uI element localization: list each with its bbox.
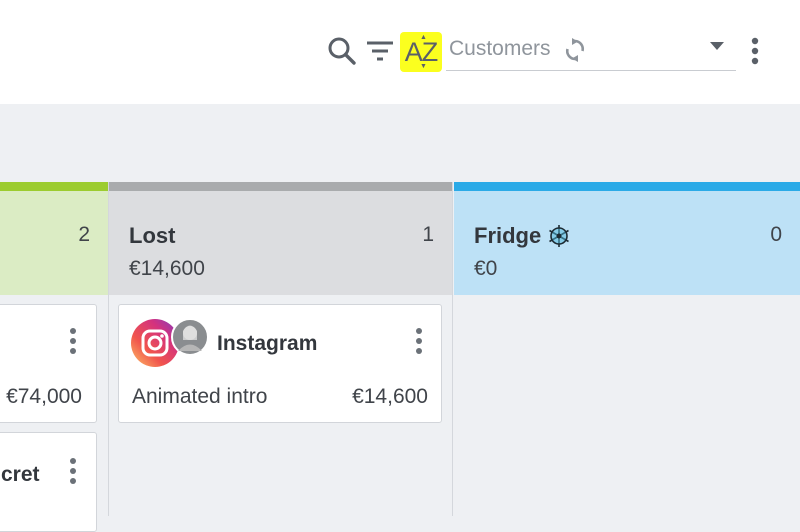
- column-count: 1: [422, 223, 434, 246]
- pipeline-column-fridge: Fridge 0 €0: [454, 182, 800, 516]
- more-options-button[interactable]: [744, 36, 766, 66]
- column-name: Lost: [129, 223, 176, 248]
- filter-button[interactable]: [364, 36, 396, 66]
- card-description: Animated intro: [132, 385, 268, 408]
- top-toolbar: ▲ AZ ▼ Customers: [0, 0, 800, 104]
- card-more-icon[interactable]: [69, 327, 83, 357]
- search-icon: [328, 37, 356, 65]
- chevron-down-icon[interactable]: [710, 42, 724, 50]
- more-vertical-icon: [751, 37, 759, 65]
- column-header[interactable]: 2: [0, 191, 108, 295]
- column-color-band: [109, 182, 452, 191]
- search-button[interactable]: [326, 34, 358, 68]
- column-header[interactable]: Lost 1 €14,600: [109, 191, 452, 295]
- card-amount: €74,000: [6, 385, 82, 408]
- sort-az-button[interactable]: ▲ AZ ▼: [400, 32, 442, 72]
- card-title: Instagram: [217, 332, 318, 355]
- customer-select-value: Customers: [449, 37, 551, 60]
- sort-az-icon: AZ: [404, 36, 439, 67]
- column-color-band: [454, 182, 800, 191]
- deal-card[interactable]: cret: [0, 432, 97, 532]
- sort-up-arrow-icon: ▲: [420, 34, 427, 41]
- card-more-icon[interactable]: [415, 327, 429, 357]
- deal-card[interactable]: Instagram Animated intro €14,600: [118, 304, 442, 423]
- card-amount: €14,600: [352, 385, 428, 408]
- customer-select[interactable]: Customers: [446, 32, 736, 71]
- filter-icon: [367, 41, 393, 61]
- user-avatar: [171, 318, 209, 356]
- column-name-wrap: Fridge: [474, 223, 571, 249]
- column-count: 2: [78, 223, 90, 246]
- column-amount: €14,600: [129, 257, 205, 280]
- column-amount: €0: [474, 257, 498, 280]
- refresh-icon[interactable]: [564, 38, 586, 67]
- column-name: Fridge: [474, 223, 542, 248]
- card-more-icon[interactable]: [69, 457, 83, 487]
- card-title: cret: [1, 463, 40, 486]
- column-count: 0: [770, 223, 782, 246]
- column-header[interactable]: Fridge 0 €0: [454, 191, 800, 295]
- deal-card[interactable]: €74,000: [0, 304, 97, 423]
- column-color-band: [0, 182, 108, 191]
- snowflake-icon: [549, 225, 570, 247]
- sort-down-arrow-icon: ▼: [420, 63, 427, 70]
